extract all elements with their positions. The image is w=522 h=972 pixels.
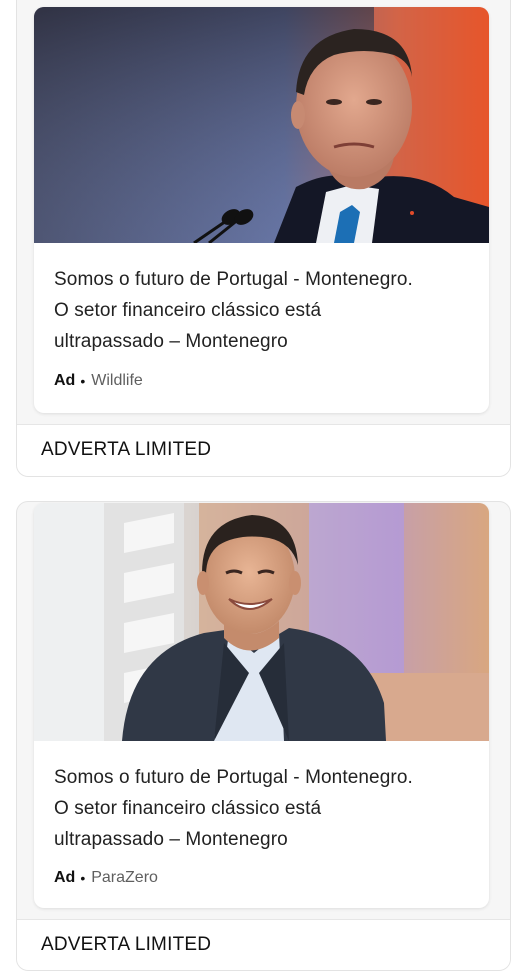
ad-badge: Ad [54,372,76,389]
ad-meta: Ad • ParaZero [54,869,158,887]
headline-line: ultrapassado – Montenegro [54,829,288,850]
ad-meta: Ad • Wildlife [54,372,143,390]
ad-badge: Ad [54,869,76,886]
ad-card[interactable]: Somos o futuro de Portugal - Montenegro.… [34,7,489,413]
ad-image-politician-portrait[interactable] [34,7,489,243]
headline-line: Somos o futuro de Portugal - Montenegro. [54,767,413,788]
advertiser-name[interactable]: ADVERTA LIMITED [41,934,211,956]
smiling-man-photo-icon [34,503,489,741]
advertiser-name[interactable]: ADVERTA LIMITED [41,439,211,461]
separator-dot: • [80,870,86,886]
headline-line: O setor financeiro clássico está [54,798,322,819]
headline-line: O setor financeiro clássico está [54,300,322,321]
advertiser-footer: ADVERTA LIMITED [17,919,510,970]
ad-headline[interactable]: Somos o futuro de Portugal - Montenegro.… [54,264,464,357]
ad-unit-2: Somos o futuro de Portugal - Montenegro.… [16,501,511,971]
ad-headline[interactable]: Somos o futuro de Portugal - Montenegro.… [54,762,464,855]
ad-card[interactable]: Somos o futuro de Portugal - Montenegro.… [34,503,489,908]
ad-image-smiling-man[interactable] [34,503,489,741]
ad-source[interactable]: ParaZero [91,869,158,887]
headline-line: Somos o futuro de Portugal - Montenegro. [54,269,413,290]
politician-portrait-photo-icon [34,7,489,243]
ad-source[interactable]: Wildlife [91,372,143,390]
ad-unit-1: Somos o futuro de Portugal - Montenegro.… [16,0,511,477]
separator-dot: • [80,373,86,389]
advertiser-footer: ADVERTA LIMITED [17,424,510,476]
headline-line: ultrapassado – Montenegro [54,331,288,352]
